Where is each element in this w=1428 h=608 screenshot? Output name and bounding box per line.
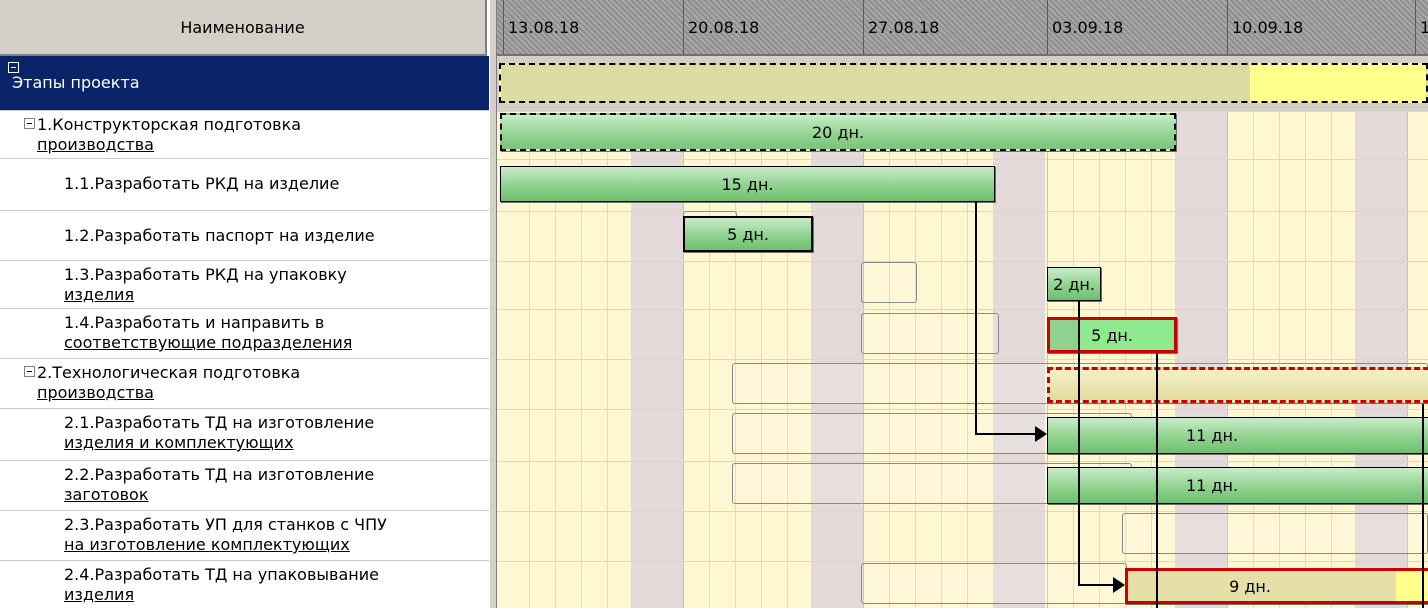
dependency-arrow-icon <box>1113 577 1125 593</box>
bar-duration: 11 дн. <box>1185 426 1239 445</box>
week-label: 20.08.18 <box>683 0 759 54</box>
dependency-line <box>1422 404 1424 608</box>
task-name-cont: производства <box>37 135 154 154</box>
task-name: 2.Технологическая подготовка <box>37 363 301 382</box>
week-label: 1 <box>1415 0 1428 54</box>
task-name: 1.2.Разработать паспорт на изделие <box>64 226 375 245</box>
task-name: 1.1.Разработать РКД на изделие <box>64 174 340 193</box>
dependency-line <box>1078 584 1113 586</box>
bar-duration: 5 дн. <box>727 224 769 244</box>
task-name: 2.1.Разработать ТД на изготовление <box>64 413 375 432</box>
bar-duration: 15 дн. <box>721 174 774 194</box>
baseline-bar <box>861 313 999 354</box>
gantt-bar-1-4[interactable]: 5 дн. <box>1047 317 1177 353</box>
gantt-bar-2-1[interactable]: 11 дн. <box>1047 417 1428 454</box>
gantt-bar-2-4[interactable]: 9 дн. <box>1125 568 1428 604</box>
collapse-icon[interactable] <box>8 62 19 73</box>
task-name-cont: на изготовление комплектующих <box>64 535 350 554</box>
task-name-cont: соответствующие подразделения <box>64 333 353 352</box>
task-name: 1.3.Разработать РКД на упаковку <box>64 265 347 284</box>
gantt-chart-area[interactable]: 13.08.18 20.08.18 27.08.18 03.09.18 10.0… <box>497 0 1428 608</box>
dependency-arrow-icon <box>1035 426 1047 442</box>
bar-duration: 11 дн. <box>1185 476 1239 495</box>
bar-duration: 2 дн. <box>1053 274 1095 294</box>
gantt-bar-summary-1[interactable]: 20 дн. <box>500 113 1176 151</box>
task-name-cont: изделия <box>64 285 135 304</box>
baseline-bar <box>861 262 917 303</box>
task-row-tech-prep[interactable]: 2.Технологическая подготовка производств… <box>0 359 489 409</box>
week-label: 27.08.18 <box>863 0 939 54</box>
column-header-name[interactable]: Наименование <box>0 0 487 56</box>
task-row-1-2[interactable]: 1.2.Разработать паспорт на изделие <box>0 211 489 261</box>
task-name: 1.4.Разработать и направить в <box>64 313 325 332</box>
week-label: 10.09.18 <box>1227 0 1303 54</box>
column-header-label: Наименование <box>180 17 305 37</box>
task-name-cont: производства <box>37 383 154 402</box>
task-row-1-1[interactable]: 1.1.Разработать РКД на изделие <box>0 159 489 211</box>
task-name: 2.4.Разработать ТД на упаковывание <box>64 565 379 584</box>
baseline-bar <box>1122 513 1428 554</box>
panel-splitter[interactable] <box>489 0 497 608</box>
task-name-cont: изделия и комплектующих <box>64 433 294 452</box>
gantt-window: Наименование Этапы проекта 1.Конструктор… <box>0 0 1428 608</box>
gantt-bar-1-1[interactable]: 15 дн. <box>500 166 995 202</box>
bar-duration: 5 дн. <box>1091 325 1133 345</box>
task-row-2-1[interactable]: 2.1.Разработать ТД на изготовление издел… <box>0 409 489 461</box>
task-name-cont: заготовок <box>64 485 149 504</box>
collapse-icon[interactable] <box>24 118 35 129</box>
task-name-cont: изделия <box>64 585 135 604</box>
task-row-2-3[interactable]: 2.3.Разработать УП для станков с ЧПУ на … <box>0 511 489 561</box>
task-row-1-3[interactable]: 1.3.Разработать РКД на упаковку изделия <box>0 261 489 309</box>
task-row-2-2[interactable]: 2.2.Разработать ТД на изготовление загот… <box>0 461 489 511</box>
task-name: Этапы проекта <box>12 73 140 92</box>
task-row-1-4[interactable]: 1.4.Разработать и направить в соответств… <box>0 309 489 359</box>
task-list-panel: Наименование Этапы проекта 1.Конструктор… <box>0 0 489 608</box>
week-label: 13.08.18 <box>503 0 579 54</box>
gantt-bar-2-2[interactable]: 11 дн. <box>1047 467 1428 504</box>
task-name: 2.2.Разработать ТД на изготовление <box>64 465 375 484</box>
task-name: 1.Конструкторская подготовка <box>37 115 302 134</box>
task-row-2-4[interactable]: 2.4.Разработать ТД на упаковывание издел… <box>0 561 489 608</box>
gantt-bar-1-3[interactable]: 2 дн. <box>1047 267 1101 301</box>
week-label: 03.09.18 <box>1047 0 1123 54</box>
task-name: 2.3.Разработать УП для станков с ЧПУ <box>64 515 387 534</box>
dependency-line <box>975 202 977 434</box>
timeline-header: 13.08.18 20.08.18 27.08.18 03.09.18 10.0… <box>497 0 1428 56</box>
gantt-bar-1-2[interactable]: 5 дн. <box>683 216 813 252</box>
task-row-phases[interactable]: Этапы проекта <box>0 56 489 111</box>
gantt-bar-phases[interactable] <box>499 63 1428 103</box>
bar-duration: 9 дн. <box>1229 576 1271 596</box>
dependency-line <box>1156 353 1158 608</box>
collapse-icon[interactable] <box>24 366 35 377</box>
gantt-bar-summary-2[interactable]: 2 <box>1047 367 1428 403</box>
dependency-line <box>1078 301 1080 585</box>
bar-duration: 20 дн. <box>811 122 865 142</box>
task-row-design-prep[interactable]: 1.Конструкторская подготовка производств… <box>0 111 489 159</box>
dependency-line <box>975 433 1035 435</box>
